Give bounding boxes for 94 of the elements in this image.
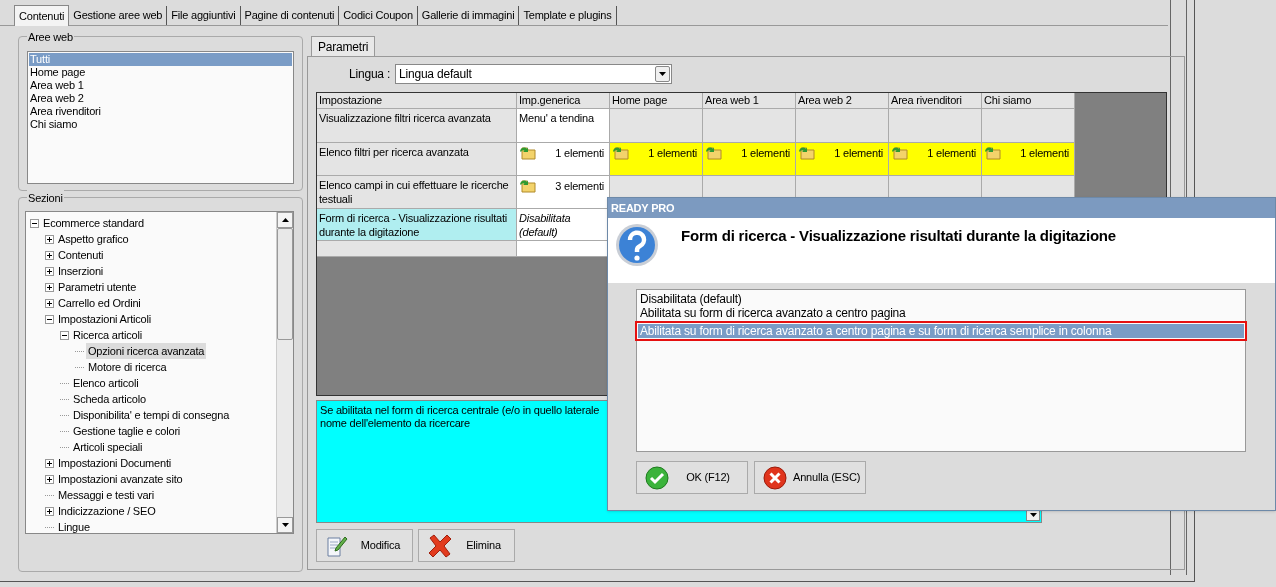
tree-item[interactable]: Gestione taglie e colori — [71, 422, 183, 440]
scroll-down-icon[interactable] — [277, 517, 293, 533]
expand-icon[interactable] — [45, 282, 54, 292]
column-header[interactable]: Area web 2 — [796, 93, 889, 109]
expand-icon[interactable] — [45, 266, 54, 276]
tree-item[interactable]: Contenuti — [56, 246, 106, 264]
button[interactable]: Annulla (ESC) — [754, 461, 866, 494]
dialog-heading: Form di ricerca - Visualizzazione risultati durante la digitazione — [681, 226, 1116, 246]
tree-item[interactable]: Scheda articolo — [71, 390, 148, 408]
expand-icon[interactable] — [45, 506, 54, 516]
expand-icon[interactable] — [45, 474, 54, 484]
tab[interactable]: Codici Coupon — [339, 6, 418, 25]
delete-icon — [427, 532, 453, 559]
collapse-icon[interactable] — [45, 314, 54, 324]
collapse-icon[interactable] — [60, 330, 69, 340]
table-cell[interactable]: 1 elementi — [982, 143, 1075, 176]
column-header[interactable]: Area web 1 — [703, 93, 796, 109]
tree-item[interactable]: Messaggi e testi vari — [56, 486, 157, 504]
scrollbar[interactable] — [276, 212, 293, 533]
table-cell[interactable]: 1 elementi — [703, 143, 796, 176]
table-cell: Disabilitata (default) — [517, 209, 610, 241]
tree-item[interactable]: Carrello ed Ordini — [56, 294, 143, 312]
table-cell[interactable]: 3 elementi — [517, 176, 610, 209]
language-dropdown[interactable]: Lingua default — [395, 64, 672, 84]
expand-icon[interactable] — [45, 250, 54, 260]
button[interactable]: Modifica — [316, 529, 413, 562]
column-header[interactable]: Imp.generica — [517, 93, 610, 109]
folder-icon — [984, 145, 1002, 160]
tab[interactable]: Contenuti — [14, 5, 70, 26]
folder-icon — [891, 145, 909, 160]
table-cell[interactable]: 1 elementi — [517, 143, 610, 176]
description-text: nome dell'elemento da ricercare — [320, 417, 470, 430]
table-cell[interactable]: 1 elementi — [889, 143, 982, 176]
tree-item[interactable]: Impostazioni avanzate sito — [56, 470, 185, 488]
row-label[interactable]: Visualizzazione filtri ricerca avanzata — [317, 109, 517, 143]
folder-icon — [705, 145, 723, 160]
column-header[interactable]: Chi siamo — [982, 93, 1075, 109]
folder-icon — [798, 145, 816, 160]
tab[interactable]: Template e plugins — [519, 6, 617, 25]
tree-item[interactable]: Indicizzazione / SEO — [56, 502, 158, 520]
list-box[interactable]: Tutti Home page Area web 1 Area web 2 Area rivenditori Chi siamo — [27, 51, 294, 184]
window-title: READY PRO — [608, 198, 1275, 218]
tree-item[interactable]: Impostazioni Articoli — [56, 310, 153, 328]
row-label[interactable]: Elenco campi in cui effettuare le ricerche testuali — [317, 176, 517, 209]
list-item[interactable]: Area web 2 — [29, 92, 292, 105]
folder-icon — [519, 145, 537, 160]
tree-view[interactable] — [25, 211, 294, 534]
tree-item[interactable]: Elenco articoli — [71, 374, 141, 392]
tab[interactable]: Gallerie di immagini — [417, 6, 520, 25]
list-item[interactable]: Abilitata su form di ricerca avanzato a centro pagina — [638, 306, 1244, 320]
tree-item[interactable]: Lingue — [56, 518, 92, 533]
question-icon — [615, 223, 659, 267]
tree-item[interactable]: Disponibilita' e tempi di consegna — [71, 406, 232, 424]
list-item[interactable]: Chi siamo — [29, 118, 292, 131]
tree-item[interactable]: Articoli speciali — [71, 438, 145, 456]
tree-item[interactable]: Aspetto grafico — [56, 230, 131, 248]
tree-item[interactable]: Opzioni ricerca avanzata — [86, 342, 207, 360]
scroll-up-icon[interactable] — [277, 212, 293, 228]
scroll-thumb[interactable] — [277, 228, 293, 340]
tree-item[interactable]: Inserzioni — [56, 262, 106, 280]
list-item[interactable]: Area rivenditori — [29, 105, 292, 118]
folder-icon — [612, 145, 630, 160]
column-header[interactable]: Impostazione — [317, 93, 517, 109]
row-label[interactable]: Form di ricerca - Visualizzazione risultati durante la digitazione — [317, 209, 517, 241]
collapse-icon[interactable] — [30, 218, 39, 228]
table-cell[interactable]: 1 elementi — [610, 143, 703, 176]
tab[interactable]: Parametri — [311, 36, 376, 56]
button[interactable]: OK (F12) — [636, 461, 748, 494]
expand-icon[interactable] — [45, 298, 54, 308]
cancel-icon — [763, 465, 787, 490]
tab[interactable]: Gestione aree web — [69, 6, 168, 25]
expand-icon[interactable] — [45, 458, 54, 468]
table-cell: Menu' a tendina — [517, 109, 610, 143]
tab[interactable]: Pagine di contenuti — [240, 6, 340, 25]
tree-item[interactable]: Motore di ricerca — [86, 358, 169, 376]
list-item[interactable]: Area web 1 — [29, 79, 292, 92]
tree-item[interactable]: Ricerca articoli — [71, 326, 144, 344]
tab[interactable]: File aggiuntivi — [167, 6, 241, 25]
tree-item[interactable]: Parametri utente — [56, 278, 139, 296]
list-item[interactable]: Disabilitata (default) — [638, 292, 1244, 306]
button[interactable]: Elimina — [418, 529, 515, 562]
column-header[interactable]: Home page — [610, 93, 703, 109]
field-label: Lingua : — [349, 66, 392, 83]
description-text: Se abilitata nel form di ricerca centrale (e/o in quello laterale — [320, 404, 600, 417]
options-list[interactable]: Disabilitata (default) Abilitata su form di ricerca avanzato a centro pagina Abilitata su form di ricerca avanzato a centro pagina e su form di ricerca semplice in colonna — [636, 289, 1246, 452]
table-cell[interactable]: 1 elementi — [796, 143, 889, 176]
list-item[interactable]: Home page — [29, 66, 292, 79]
column-header[interactable]: Area rivenditori — [889, 93, 982, 109]
tree-item[interactable]: Impostazioni Documenti — [56, 454, 173, 472]
check-icon — [645, 465, 669, 490]
tree-item[interactable]: Ecommerce standard — [41, 214, 146, 232]
folder-icon — [519, 178, 537, 193]
row-label[interactable]: Elenco filtri per ricerca avanzata — [317, 143, 517, 176]
expand-icon[interactable] — [45, 234, 54, 244]
